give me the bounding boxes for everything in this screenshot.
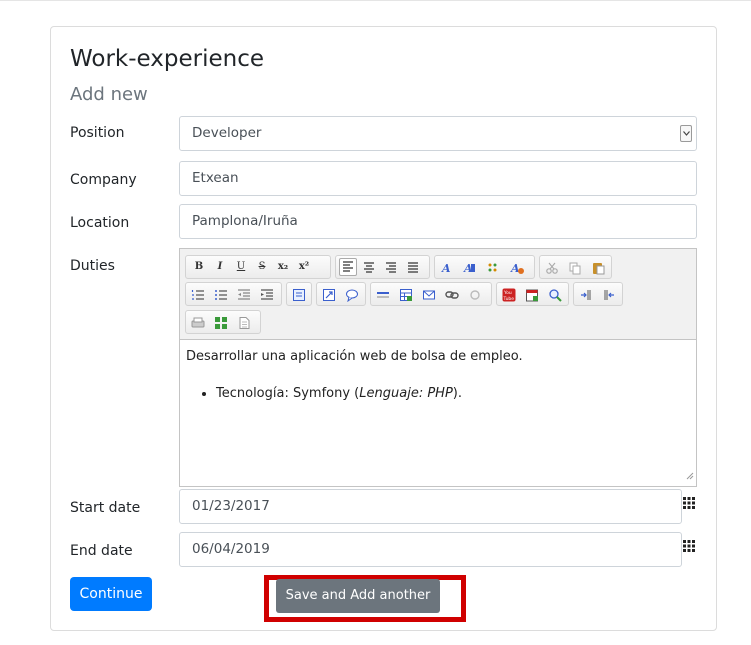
end-date-input[interactable]: 06/04/2019	[179, 532, 682, 567]
end-date-label: End date	[70, 543, 133, 559]
position-selected-value: Developer	[192, 125, 262, 141]
bold-button[interactable]: B	[191, 259, 207, 275]
editor-content-area[interactable]: Desarrollar una aplicación web de bolsa …	[186, 349, 523, 401]
align-justify-icon[interactable]	[406, 260, 420, 274]
subscript-button[interactable]: x₂	[275, 259, 291, 275]
italic-button[interactable]: I	[212, 259, 228, 275]
show-blocks-icon[interactable]	[486, 260, 500, 274]
text-color-icon[interactable]: A	[440, 260, 454, 275]
duties-bullet-list: Tecnología: Symfony (Lenguaje: PHP).	[186, 386, 523, 401]
duties-rich-text-editor[interactable]: B I U S x₂ x² A A A You Tube Desarrollar…	[179, 248, 697, 487]
editor-toolbar: B I U S x₂ x² A A A You Tube	[180, 249, 696, 340]
color-group: A A A	[434, 255, 535, 279]
remove-format-icon[interactable]: A	[510, 260, 524, 275]
start-date-input[interactable]: 01/23/2017	[179, 489, 682, 524]
email-icon[interactable]	[422, 287, 436, 301]
templates-icon[interactable]	[322, 287, 336, 301]
source-document-icon[interactable]	[237, 315, 251, 329]
insert-group	[370, 282, 492, 306]
page-title: Work-experience	[70, 46, 265, 72]
anchor-icon[interactable]	[468, 287, 482, 301]
print-icon[interactable]	[191, 315, 205, 329]
copy-icon[interactable]	[568, 260, 582, 275]
preview-icon[interactable]	[548, 287, 562, 302]
horizontal-line-icon[interactable]	[376, 287, 390, 301]
outdent-icon[interactable]	[237, 287, 251, 301]
numbered-list-icon[interactable]	[191, 287, 205, 301]
document-group	[185, 310, 261, 334]
location-input[interactable]: Pamplona/Iruña	[179, 204, 697, 239]
svg-text:You: You	[503, 290, 512, 296]
svg-text:A: A	[510, 262, 520, 275]
link-icon[interactable]	[445, 287, 459, 301]
background-color-icon[interactable]: A	[463, 260, 477, 275]
table-icon[interactable]	[399, 287, 413, 301]
continue-button[interactable]: Continue	[70, 577, 152, 611]
calendar-insert-icon[interactable]	[525, 287, 539, 302]
duties-bullet-item: Tecnología: Symfony (Lenguaje: PHP).	[216, 386, 523, 401]
page-subtitle: Add new	[70, 84, 148, 105]
superscript-button[interactable]: x²	[296, 259, 312, 275]
maximize-icon[interactable]	[214, 315, 228, 329]
save-and-add-another-button[interactable]: Save and Add another	[276, 579, 440, 613]
direction-group	[573, 282, 623, 306]
align-right-icon[interactable]	[384, 260, 398, 274]
list-group	[185, 282, 282, 306]
position-select[interactable]: Developer	[179, 116, 697, 151]
bullet-text-suffix: ).	[452, 386, 462, 401]
chevron-down-icon[interactable]	[680, 125, 692, 142]
svg-text:A: A	[441, 262, 451, 275]
location-label: Location	[70, 215, 130, 231]
speech-bubble-icon[interactable]	[345, 287, 359, 303]
youtube-icon[interactable]: You Tube	[502, 287, 516, 302]
bullet-text-italic: Lenguaje: PHP	[359, 386, 453, 401]
text-rtl-icon[interactable]	[602, 287, 616, 301]
bulleted-list-icon[interactable]	[214, 287, 228, 301]
template-group	[316, 282, 366, 306]
company-input[interactable]: Etxean	[179, 161, 697, 196]
duties-label: Duties	[70, 258, 115, 274]
strikethrough-button[interactable]: S	[254, 259, 270, 275]
clipboard-group	[539, 255, 612, 279]
alignment-group	[335, 255, 430, 279]
basic-styles-group: B I U S x₂ x²	[185, 255, 331, 279]
text-ltr-icon[interactable]	[579, 287, 593, 301]
indent-icon[interactable]	[260, 287, 274, 301]
underline-button[interactable]: U	[233, 259, 249, 275]
top-divider	[0, 0, 751, 1]
duties-paragraph: Desarrollar una aplicación web de bolsa …	[186, 349, 523, 364]
align-left-icon[interactable]	[339, 258, 357, 276]
calendar-icon[interactable]	[683, 494, 695, 509]
paste-icon[interactable]	[591, 260, 605, 275]
cut-icon[interactable]	[545, 260, 559, 274]
position-label: Position	[70, 125, 125, 141]
align-center-icon[interactable]	[362, 260, 376, 274]
blockquote-group	[286, 282, 312, 306]
media-group: You Tube	[496, 282, 569, 306]
bullet-text-prefix: Tecnología: Symfony (	[216, 386, 360, 401]
div-container-icon[interactable]	[292, 287, 306, 301]
calendar-icon[interactable]	[683, 537, 695, 552]
resize-handle-icon[interactable]	[686, 465, 694, 484]
company-label: Company	[70, 172, 137, 188]
start-date-label: Start date	[70, 500, 141, 516]
svg-text:Tube: Tube	[503, 296, 515, 302]
